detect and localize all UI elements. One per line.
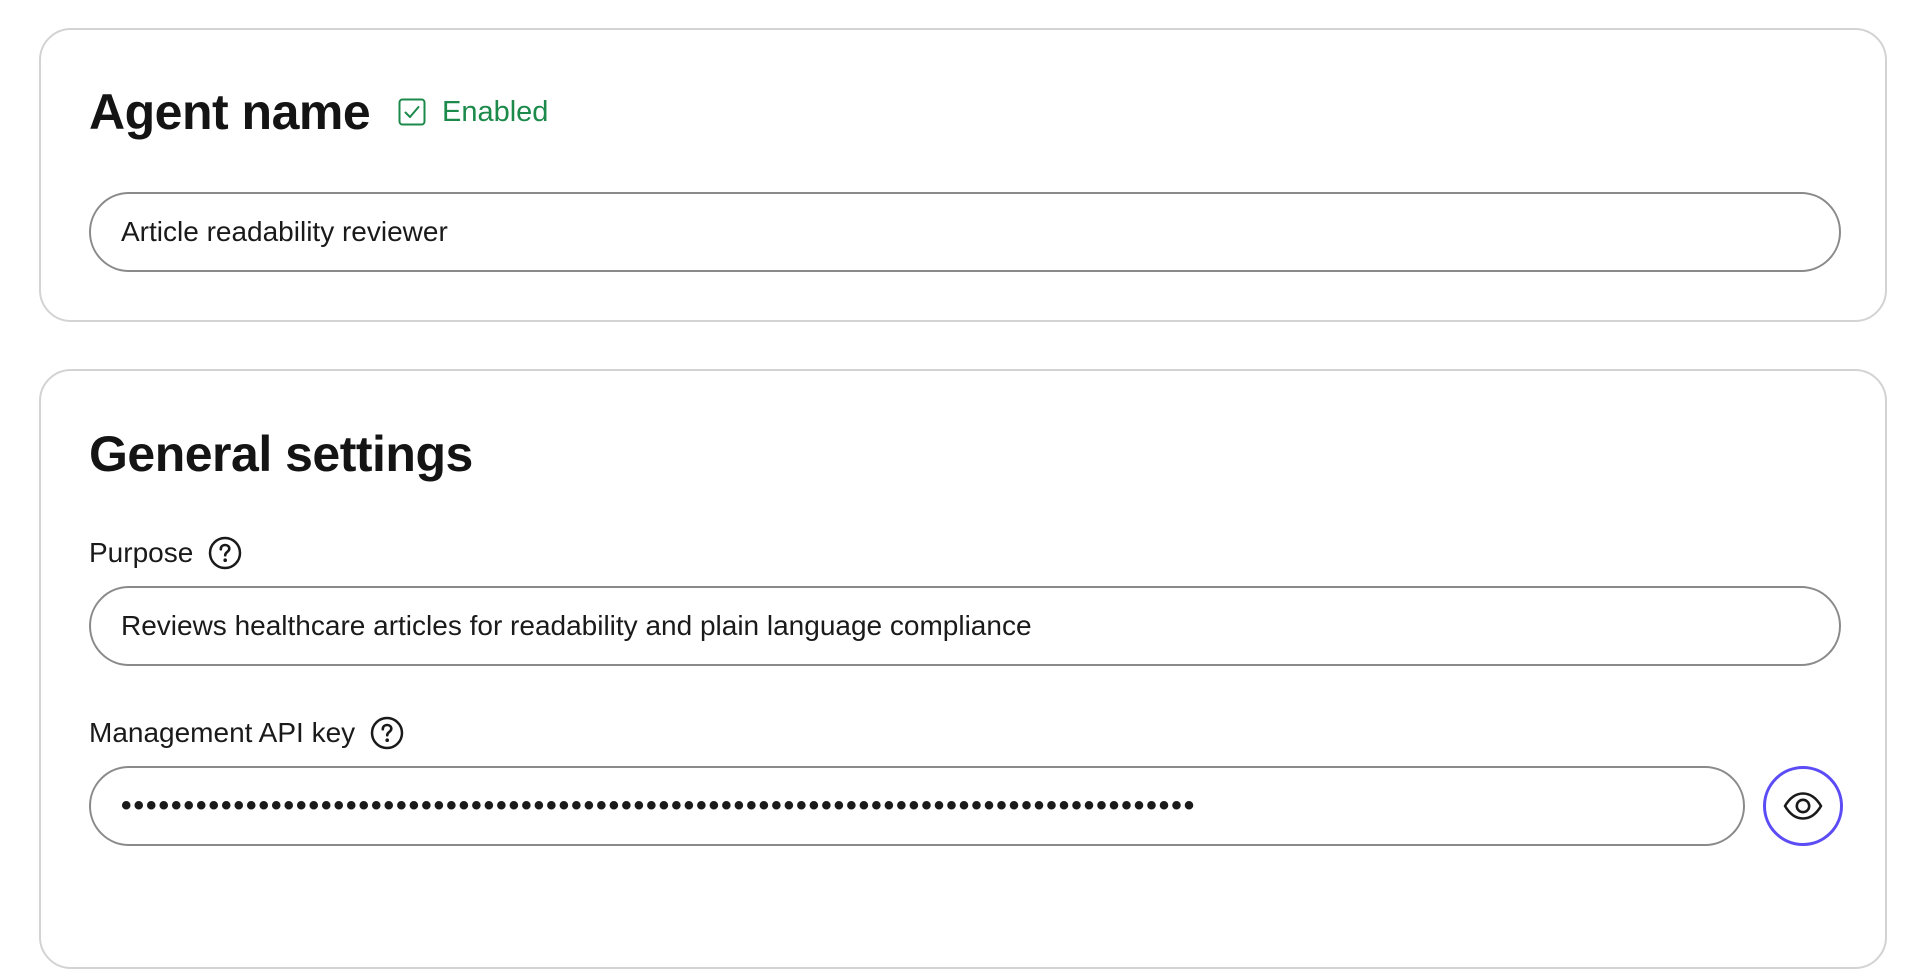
- general-settings-title: General settings: [89, 426, 473, 482]
- enabled-status-label: Enabled: [442, 95, 549, 128]
- purpose-label-text: Purpose: [89, 537, 194, 568]
- enabled-status[interactable]: Enabled: [398, 95, 548, 129]
- api-key-label-text: Management API key: [89, 717, 356, 748]
- api-key-label: Management API key: [89, 713, 404, 753]
- help-circle-icon[interactable]: [370, 716, 404, 750]
- agent-name-title: Agent name: [89, 84, 371, 140]
- agent-name-input[interactable]: [89, 192, 1841, 272]
- general-settings-card: General settings Purpose Management API …: [39, 369, 1887, 969]
- agent-name-card: Agent name Enabled: [39, 28, 1887, 322]
- eye-icon: [1783, 792, 1823, 820]
- reveal-api-key-button[interactable]: [1763, 766, 1843, 846]
- api-key-input[interactable]: [89, 766, 1745, 846]
- purpose-input[interactable]: [89, 586, 1841, 666]
- checkbox-checked-icon[interactable]: [398, 98, 426, 126]
- purpose-label: Purpose: [89, 533, 242, 573]
- help-circle-icon[interactable]: [208, 536, 242, 570]
